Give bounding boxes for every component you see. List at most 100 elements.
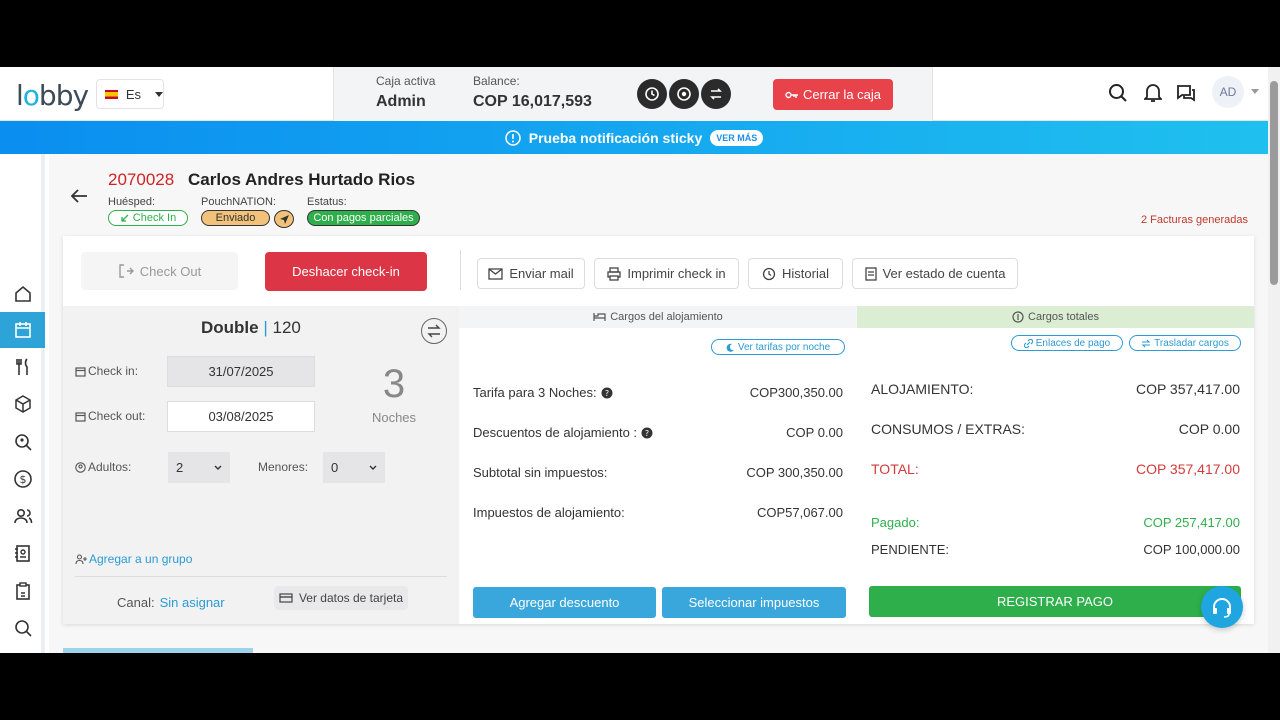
print-checkin-button[interactable]: Imprimir check in	[594, 258, 739, 289]
canal-link[interactable]: Sin asignar	[160, 595, 225, 610]
account-statement-label: Ver estado de cuenta	[882, 266, 1006, 281]
payment-links-button[interactable]: Enlaces de pago	[1011, 335, 1123, 351]
balance-label: Balance:	[473, 74, 520, 88]
user-avatar[interactable]: AD	[1212, 76, 1244, 108]
user-plus-icon	[75, 553, 87, 564]
document-icon	[864, 266, 877, 281]
add-group-link[interactable]: Agregar a un grupo	[75, 552, 192, 566]
account-statement-button[interactable]: Ver estado de cuenta	[852, 258, 1018, 289]
send-mail-button[interactable]: Enviar mail	[477, 258, 585, 289]
coin-icon	[1012, 311, 1024, 323]
checkout-label: Check Out	[139, 263, 202, 279]
card-data-button[interactable]: Ver datos de tarjeta	[274, 586, 408, 610]
app-window: lobby Es Caja activa Admin Balance: COP …	[0, 67, 1280, 653]
sidebar-item-contacts[interactable]	[0, 535, 45, 571]
checkin-status-label: Check In	[132, 212, 177, 224]
ver-tarifas-button[interactable]: Ver tarifas por noche	[711, 339, 845, 355]
history-log-label: Historial	[782, 266, 829, 281]
close-register-label: Cerrar la caja	[802, 87, 882, 102]
checkout-date-field[interactable]: 03/08/2025	[167, 401, 315, 432]
back-button[interactable]	[69, 188, 89, 209]
checkin-status-badge[interactable]: Check In	[108, 210, 188, 226]
restaurant-icon	[15, 358, 28, 375]
transfer-charges-button[interactable]: Trasladar cargos	[1129, 335, 1241, 351]
undo-checkin-button[interactable]: Deshacer check-in	[265, 252, 427, 291]
language-selector[interactable]: Es	[96, 79, 164, 109]
menores-select[interactable]: 0	[323, 452, 385, 483]
payment-status-badge: Con pagos parciales	[307, 210, 420, 226]
tarifa-row: Tarifa para 3 Noches: ? COP300,350.00	[473, 385, 843, 400]
scrollbar-thumb[interactable]	[1270, 81, 1278, 285]
paper-plane-icon	[279, 214, 289, 224]
top-bar: lobby Es Caja activa Admin Balance: COP …	[0, 67, 1268, 121]
tab-strip	[63, 648, 253, 653]
sidebar-item-calendar[interactable]	[0, 312, 45, 348]
logo[interactable]: lobby	[16, 79, 89, 112]
search-button[interactable]	[1106, 81, 1130, 105]
arrow-in-icon	[121, 214, 129, 222]
impuestos-row: Impuestos de alojamiento: COP57,067.00	[473, 505, 843, 520]
notification-text: Prueba notificación sticky	[528, 129, 703, 146]
tab-cargos-totales[interactable]: Cargos totales	[857, 306, 1254, 328]
home-icon	[14, 285, 31, 302]
notifications-button[interactable]	[1141, 81, 1165, 105]
sidebar-item-restaurant[interactable]	[0, 349, 45, 385]
print-checkin-label: Imprimir check in	[627, 266, 726, 281]
sidebar-item-guests[interactable]	[0, 498, 45, 534]
messages-button[interactable]	[1174, 81, 1198, 105]
estatus-label: Estatus:	[307, 196, 347, 208]
change-room-button[interactable]	[421, 318, 447, 344]
ver-mas-button[interactable]: VER MÁS	[710, 129, 764, 146]
chat-icon	[1177, 85, 1195, 102]
view-button[interactable]	[669, 79, 699, 109]
tab-cargos-alojamiento[interactable]: Cargos del alojamiento	[459, 306, 857, 328]
svg-text:$: $	[19, 473, 26, 486]
eye-icon	[677, 87, 691, 101]
select-taxes-button[interactable]: Seleccionar impuestos	[662, 587, 846, 618]
facturas-link[interactable]: 2 Facturas generadas	[1141, 214, 1248, 226]
guest-name: Carlos Andres Hurtado Rios	[188, 170, 416, 189]
send-pouch-button[interactable]	[274, 210, 294, 228]
chevron-down-icon	[369, 465, 377, 470]
clipboard-icon	[15, 582, 30, 600]
arrow-left-icon	[70, 189, 87, 203]
adultos-select[interactable]: 2	[168, 452, 230, 483]
sidebar-item-search-location[interactable]	[0, 424, 45, 460]
canal-row: Canal: Sin asignar	[117, 595, 225, 610]
subtotal-row: Subtotal sin impuestos: COP 300,350.00	[473, 465, 843, 480]
history-log-button[interactable]: Historial	[748, 258, 843, 289]
add-discount-button[interactable]: Agregar descuento	[473, 587, 656, 618]
close-register-button[interactable]: Cerrar la caja	[773, 79, 893, 110]
scrollbar[interactable]	[1268, 67, 1280, 653]
sidebar-item-finance[interactable]: $	[0, 461, 45, 497]
transfer-icon	[710, 88, 722, 100]
total-charges-panel: Cargos totales Enlaces de pago Trasladar…	[857, 306, 1254, 624]
users-icon	[13, 508, 32, 524]
alert-icon	[504, 129, 521, 146]
room-panel: Double | 120 Check in: 31/07/2025 Check …	[63, 306, 459, 624]
sidebar-item-inventory[interactable]	[0, 386, 45, 422]
alojamiento-total-row: ALOJAMIENTO: COP 357,417.00	[871, 381, 1240, 397]
search-location-icon	[14, 434, 32, 451]
pouch-status-badge: Enviado	[201, 210, 270, 226]
register-payment-button[interactable]: REGISTRAR PAGO	[869, 586, 1241, 617]
divider	[75, 576, 447, 577]
user-circle-icon	[75, 461, 86, 473]
transfer-button[interactable]	[701, 79, 731, 109]
history-button[interactable]	[637, 79, 667, 109]
help-icon[interactable]: ?	[601, 387, 613, 399]
toolbar-divider	[460, 250, 461, 290]
search-icon	[14, 620, 32, 637]
user-menu-chevron-icon[interactable]	[1251, 89, 1259, 94]
sidebar-item-home[interactable]	[0, 276, 45, 312]
swap-icon	[427, 324, 441, 338]
checkout-button[interactable]: Check Out	[81, 252, 238, 290]
exit-icon	[119, 264, 134, 278]
help-icon[interactable]: ?	[641, 427, 653, 439]
pendiente-row: PENDIENTE: COP 100,000.00	[871, 542, 1240, 557]
history-icon	[762, 267, 776, 280]
support-button[interactable]	[1201, 586, 1243, 628]
sidebar-item-reports[interactable]	[0, 573, 45, 609]
sidebar-item-search[interactable]	[0, 610, 45, 646]
send-mail-label: Enviar mail	[509, 266, 574, 281]
